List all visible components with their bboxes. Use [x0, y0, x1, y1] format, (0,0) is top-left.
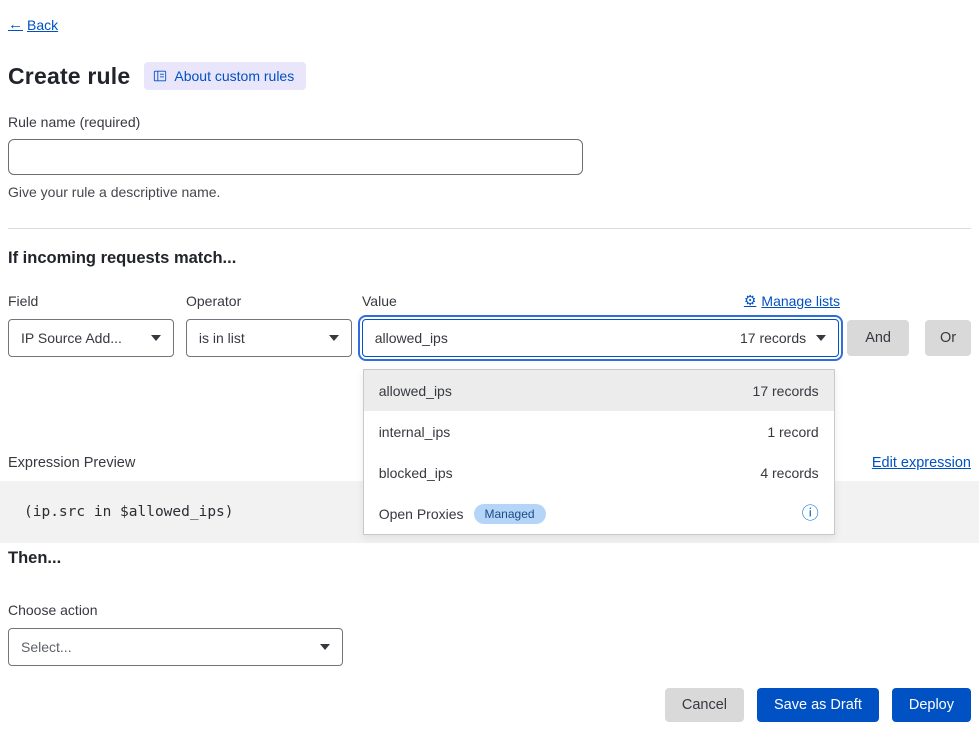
list-item-open-proxies[interactable]: Open Proxies Managed ⓘ	[364, 493, 834, 534]
manage-lists-label: Manage lists	[761, 293, 840, 309]
match-controls-row: IP Source Add... is in list allowed_ips …	[8, 319, 971, 357]
edit-expression-link[interactable]: Edit expression	[872, 455, 971, 471]
save-as-draft-button[interactable]: Save as Draft	[757, 688, 879, 722]
list-item-internal-ips[interactable]: internal_ips 1 record	[364, 411, 834, 452]
chevron-down-icon	[320, 644, 330, 650]
and-button[interactable]: And	[847, 320, 909, 356]
match-section-title: If incoming requests match...	[8, 249, 971, 268]
back-label: Back	[27, 17, 58, 33]
value-select[interactable]: allowed_ips 17 records	[362, 319, 839, 357]
create-rule-page: ←Back Create rule About custom rules Rul…	[0, 0, 979, 722]
rule-name-label: Rule name (required)	[8, 114, 971, 130]
deploy-button[interactable]: Deploy	[892, 688, 971, 722]
list-item-name: internal_ips	[379, 424, 451, 440]
list-item-meta: 4 records	[760, 465, 818, 481]
list-item-name: allowed_ips	[379, 383, 452, 399]
section-divider	[8, 228, 971, 229]
choose-action-label: Choose action	[8, 602, 971, 618]
operator-select[interactable]: is in list	[186, 319, 352, 357]
operator-label: Operator	[186, 293, 362, 309]
list-item-allowed-ips[interactable]: allowed_ips 17 records	[364, 370, 834, 411]
value-select-wrap: allowed_ips 17 records allowed_ips 17 re…	[362, 319, 839, 357]
back-arrow-icon: ←	[8, 16, 23, 33]
about-custom-rules-link[interactable]: About custom rules	[144, 62, 306, 90]
rule-name-input[interactable]	[8, 139, 583, 175]
or-button[interactable]: Or	[925, 320, 971, 356]
field-select[interactable]: IP Source Add...	[8, 319, 174, 357]
gear-icon: ⚙	[744, 292, 757, 309]
field-label: Field	[8, 293, 186, 309]
match-labels-row: Field Operator Value ⚙Manage lists	[8, 292, 971, 309]
then-section-title: Then...	[8, 549, 971, 568]
action-select[interactable]: Select...	[8, 628, 343, 666]
list-item-meta: 1 record	[767, 424, 818, 440]
back-link[interactable]: ←Back	[8, 16, 58, 33]
value-select-value: allowed_ips	[375, 330, 448, 346]
action-select-placeholder: Select...	[21, 639, 72, 655]
value-select-meta: 17 records	[740, 330, 806, 346]
title-row: Create rule About custom rules	[8, 62, 971, 90]
rule-name-helper: Give your rule a descriptive name.	[8, 184, 971, 200]
value-label: Value	[362, 293, 397, 309]
list-item-name: blocked_ips	[379, 465, 453, 481]
operator-select-value: is in list	[199, 330, 245, 346]
chevron-down-icon	[151, 335, 161, 341]
chevron-down-icon	[329, 335, 339, 341]
page-title: Create rule	[8, 63, 130, 90]
list-item-blocked-ips[interactable]: blocked_ips 4 records	[364, 452, 834, 493]
book-icon	[153, 69, 167, 83]
expression-preview-label: Expression Preview	[8, 455, 135, 471]
managed-badge: Managed	[474, 504, 546, 524]
about-badge-label: About custom rules	[174, 68, 294, 84]
value-dropdown-menu: allowed_ips 17 records internal_ips 1 re…	[363, 369, 835, 535]
cancel-button[interactable]: Cancel	[665, 688, 744, 722]
list-item-name: Open Proxies	[379, 506, 464, 522]
info-icon[interactable]: ⓘ	[802, 505, 819, 522]
field-select-value: IP Source Add...	[21, 330, 122, 346]
manage-lists-link[interactable]: ⚙Manage lists	[744, 292, 840, 309]
list-item-meta: 17 records	[753, 383, 819, 399]
footer-actions: Cancel Save as Draft Deploy	[8, 688, 971, 722]
chevron-down-icon	[816, 335, 826, 341]
